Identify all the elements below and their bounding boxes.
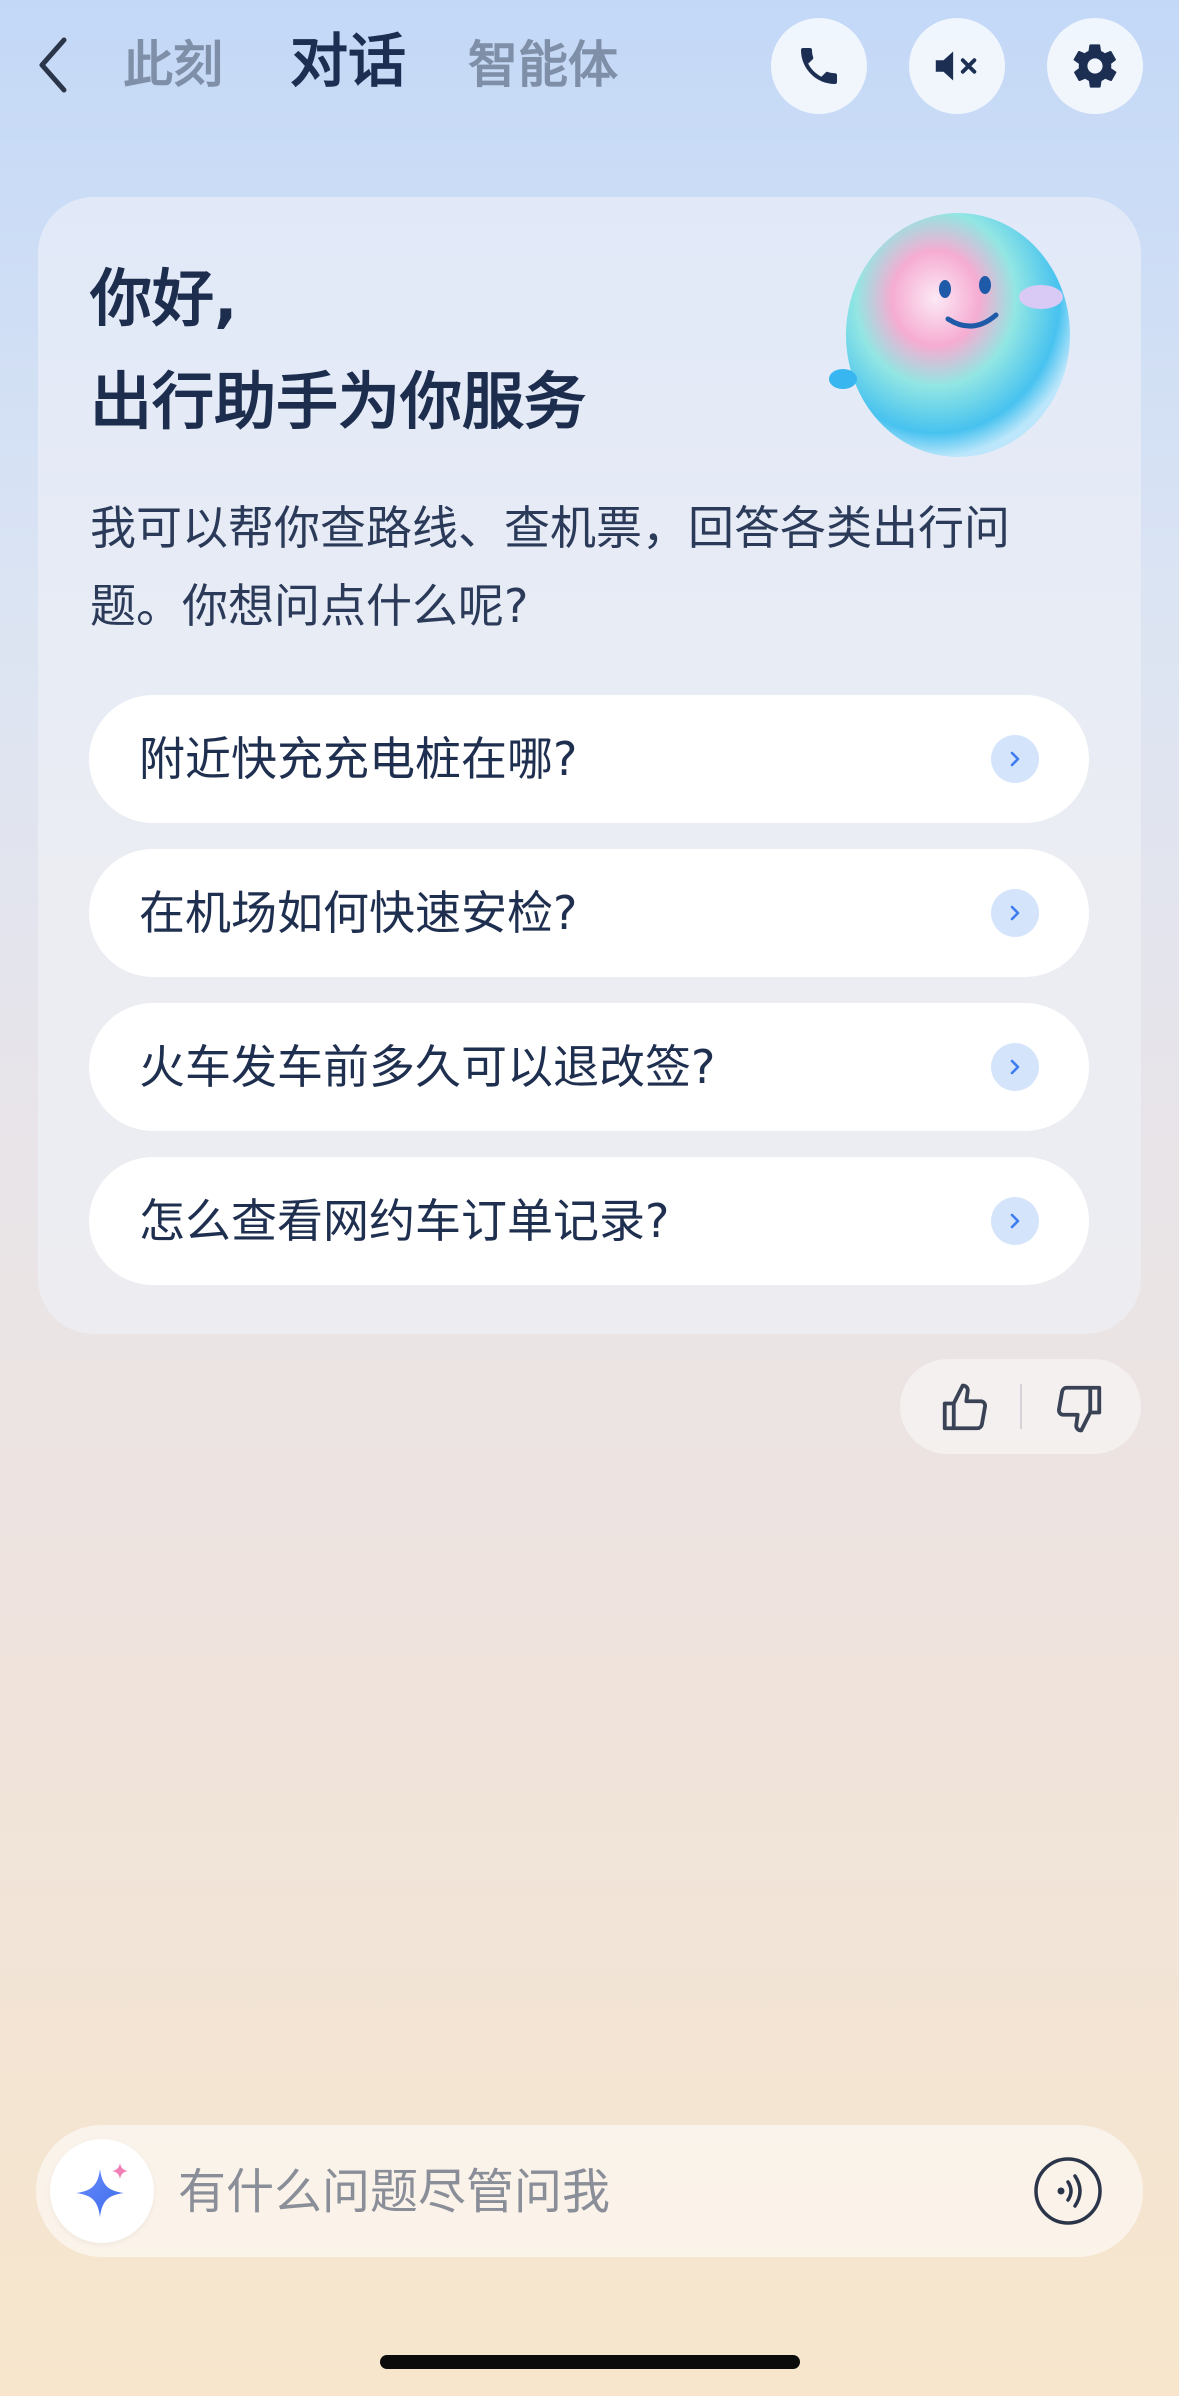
suggestion-chip[interactable]: 在机场如何快速安检? xyxy=(89,849,1089,977)
greeting-subtitle: 出行助手为你服务 xyxy=(90,365,587,438)
suggestion-label: 怎么查看网约车订单记录? xyxy=(139,1194,670,1248)
greeting-title: 你好, xyxy=(90,262,238,335)
thumbs-up-icon[interactable] xyxy=(938,1381,992,1435)
chat-input-bar xyxy=(36,2125,1143,2257)
suggestion-label: 附近快充充电桩在哪? xyxy=(139,732,578,786)
suggestion-label: 在机场如何快速安检? xyxy=(139,886,578,940)
mute-button[interactable] xyxy=(909,18,1005,114)
tab-chat[interactable]: 对话 xyxy=(290,26,406,96)
gear-icon xyxy=(1073,44,1117,88)
assistant-description: 我可以帮你查路线、查机票，回答各类出行问题。你想问点什么呢? xyxy=(90,501,1010,633)
voice-wave-icon xyxy=(1034,2157,1102,2225)
suggestion-chip[interactable]: 火车发车前多久可以退改签? xyxy=(89,1003,1089,1131)
suggestion-chip[interactable]: 附近快充充电桩在哪? xyxy=(89,695,1089,823)
speaker-mute-icon xyxy=(935,51,977,81)
settings-button[interactable] xyxy=(1047,18,1143,114)
chevron-right-icon xyxy=(991,1043,1039,1091)
sparkle-icon xyxy=(76,2163,128,2217)
assistant-mascot-icon xyxy=(829,213,1070,457)
tab-agents[interactable]: 智能体 xyxy=(468,30,618,100)
voice-input-button[interactable] xyxy=(1032,2155,1104,2227)
chevron-right-icon xyxy=(991,735,1039,783)
ai-sparkle-button[interactable] xyxy=(50,2139,154,2243)
back-chevron-icon[interactable] xyxy=(30,30,80,100)
feedback-bar xyxy=(900,1359,1141,1454)
thumbs-down-icon[interactable] xyxy=(1052,1381,1106,1435)
chevron-right-icon xyxy=(991,1197,1039,1245)
top-bar: 此刻 对话 智能体 xyxy=(0,0,1179,135)
divider xyxy=(1020,1384,1022,1429)
home-indicator xyxy=(380,2355,800,2369)
suggestion-label: 火车发车前多久可以退改签? xyxy=(139,1040,716,1094)
tab-moment[interactable]: 此刻 xyxy=(123,30,223,100)
suggestion-chip[interactable]: 怎么查看网约车订单记录? xyxy=(89,1157,1089,1285)
chat-input[interactable] xyxy=(176,2147,1030,2237)
phone-button[interactable] xyxy=(771,18,867,114)
chevron-right-icon xyxy=(991,889,1039,937)
greeting-card: 你好, 出行助手为你服务 我可以帮你查路线、查机票，回答各类出行问题。你想问点什… xyxy=(38,197,1141,1334)
phone-icon xyxy=(801,48,837,84)
